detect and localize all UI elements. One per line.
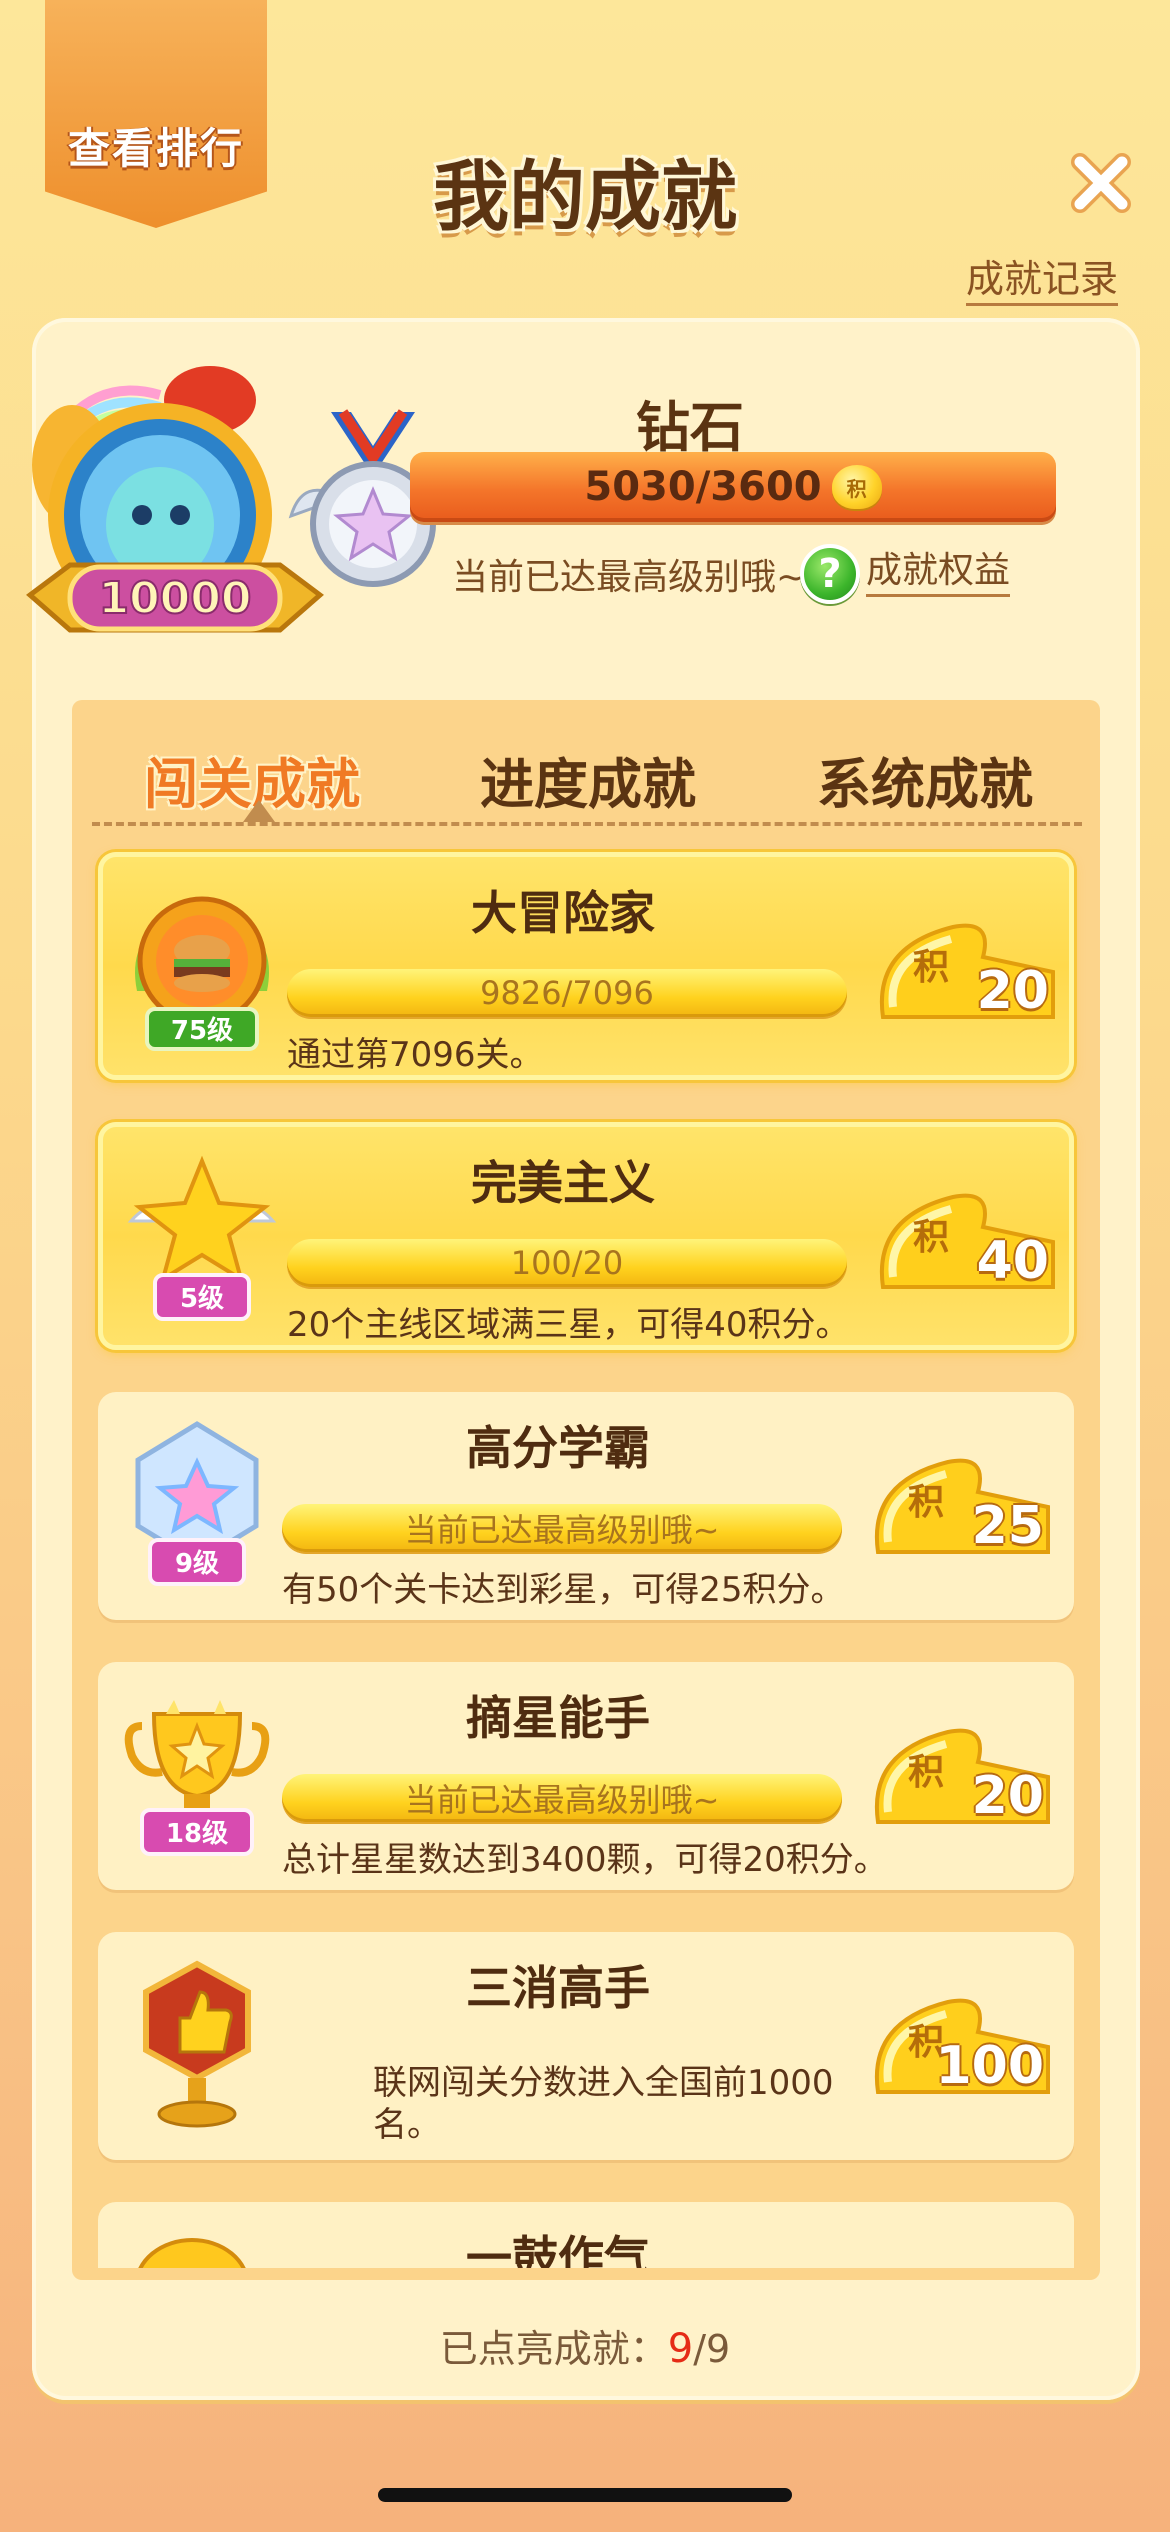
achievement-count: 已点亮成就：9/9 <box>0 2318 1170 2373</box>
achievement-card-one-go[interactable]: 一鼓作气 <box>98 2202 1074 2268</box>
points-value: 20 <box>976 961 1049 1021</box>
achievement-desc: 20个主线区域满三星，可得40积分。 <box>287 1305 850 1345</box>
svg-text:积: 积 <box>913 1217 949 1258</box>
achievement-title: 完美主义 <box>471 1156 655 1210</box>
achievement-record-link[interactable]: 成就记录 <box>966 255 1119 306</box>
achievement-progress: 100/20 <box>287 1239 847 1287</box>
achievement-rights-link[interactable]: 成就权益 <box>866 548 1011 597</box>
achievement-card-perfectionist[interactable]: 5级 完美主义 100/20 20个主线区域满三星，可得40积分。 积 40 <box>98 1122 1074 1350</box>
achievement-desc: 有50个关卡达到彩星，可得25积分。 <box>282 1570 845 1610</box>
home-indicator[interactable] <box>378 2488 792 2502</box>
svg-text:积: 积 <box>908 1482 944 1523</box>
achievement-progress: 9826/7096 <box>287 969 847 1017</box>
level-max-hint: 当前已达最高级别哦~ <box>452 557 807 598</box>
achievement-title: 三消高手 <box>466 1961 650 2015</box>
badge-level-label: 18级 <box>166 1818 228 1849</box>
points-value: 100 <box>935 2036 1044 2096</box>
achievement-count-label: 已点亮成就： <box>439 2327 668 2371</box>
achievement-desc: 总计星星数达到3400颗，可得20积分。 <box>282 1840 888 1880</box>
points-coin-icon: 积 <box>831 465 882 509</box>
winged-star-icon: 5级 <box>127 1155 277 1321</box>
achievement-card-adventurer[interactable]: 75级 大冒险家 9826/7096 通过第7096关。 积 20 <box>98 852 1074 1080</box>
svg-text:积: 积 <box>908 1752 944 1793</box>
points-value: 25 <box>971 1496 1044 1556</box>
tab-progress-achievements[interactable]: 进度成就 <box>480 740 696 819</box>
close-icon[interactable] <box>1066 148 1136 218</box>
points-reward: 积 20 <box>873 917 1063 1027</box>
points-reward: 积 20 <box>868 1722 1058 1832</box>
badge-level-label: 9级 <box>175 1548 219 1579</box>
achievement-title: 高分学霸 <box>466 1421 650 1475</box>
points-value: 20 <box>971 1766 1044 1826</box>
partial-coin-icon <box>138 2238 246 2268</box>
achievement-title: 一鼓作气 <box>466 2231 650 2268</box>
achievement-desc: 联网闯关分数进入全国前1000名。 <box>373 2063 834 2145</box>
thumbs-up-trophy-icon <box>143 1960 251 2128</box>
achievement-scroll-list[interactable]: 75级 大冒险家 9826/7096 通过第7096关。 积 20 5级 完美主… <box>72 840 1100 2268</box>
badge-level-label: 5级 <box>180 1283 224 1314</box>
level-progress-text: 5030/3600 <box>584 464 822 510</box>
star-cup-icon: 18级 <box>124 1700 270 1856</box>
achievement-lit-count: 9 <box>667 2326 694 2372</box>
help-icon[interactable]: ? <box>800 544 860 604</box>
achievement-title: 摘星能手 <box>466 1691 650 1745</box>
active-tab-pointer <box>243 800 275 822</box>
points-value: 40 <box>976 1231 1049 1291</box>
level-name: 钻石 <box>636 396 744 459</box>
achievement-card-star-picker[interactable]: 18级 摘星能手 当前已达最高级别哦~ 总计星星数达到3400颗，可得20积分。… <box>98 1662 1074 1890</box>
points-reward: 积 40 <box>873 1187 1063 1297</box>
tab-system-achievements[interactable]: 系统成就 <box>817 740 1033 819</box>
achievement-desc: 通过第7096关。 <box>287 1035 544 1075</box>
achievement-tabs: 闯关成就 进度成就 系统成就 <box>72 720 1100 830</box>
points-reward: 积 100 <box>868 1992 1058 2102</box>
points-reward: 积 25 <box>868 1452 1058 1562</box>
achievement-card-match3-master[interactable]: 三消高手 联网闯关分数进入全国前1000名。 积 100 <box>98 1932 1074 2160</box>
page-title: 我的成就 <box>433 152 737 241</box>
achievement-progress: 当前已达最高级别哦~ <box>282 1504 842 1552</box>
rainbow-star-gem-icon: 9级 <box>135 1421 259 1586</box>
achievement-progress: 当前已达最高级别哦~ <box>282 1774 842 1822</box>
achievement-title: 大冒险家 <box>471 886 655 940</box>
badge-level-label: 75级 <box>171 1015 233 1046</box>
level-badge-score: 10000 <box>98 573 251 624</box>
achievement-total-count: /9 <box>693 2327 731 2371</box>
burger-trophy-icon: 75级 <box>135 896 269 1051</box>
tab-divider <box>92 822 1082 826</box>
level-progress-bar: 5030/3600 积 <box>410 452 1056 522</box>
achievement-card-high-score[interactable]: 9级 高分学霸 当前已达最高级别哦~ 有50个关卡达到彩星，可得25积分。 积 … <box>98 1392 1074 1620</box>
svg-text:积: 积 <box>913 947 949 988</box>
